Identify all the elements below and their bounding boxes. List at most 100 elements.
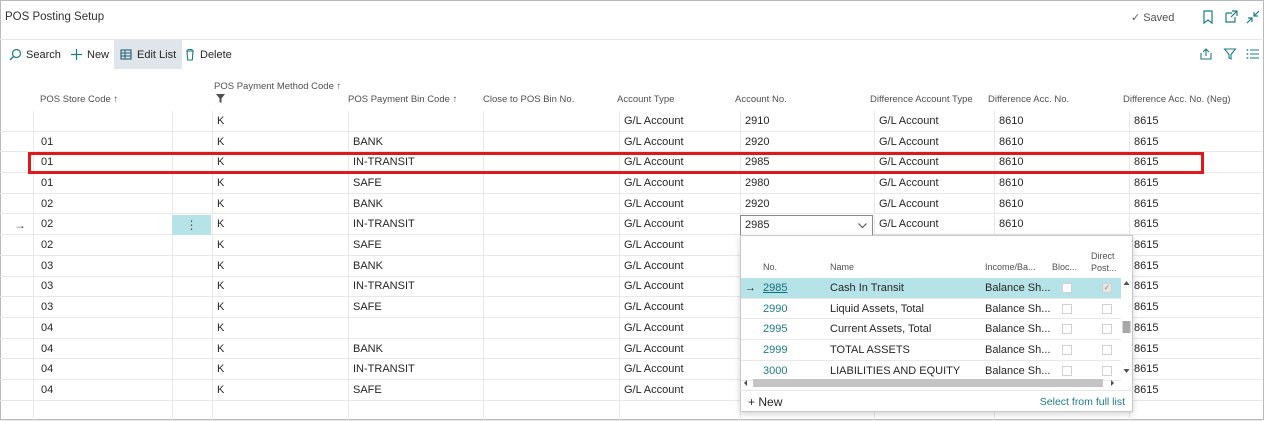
- account-no-cell[interactable]: 2910: [740, 111, 874, 131]
- lookup-row[interactable]: 2990 Liquid Assets, Total Balance Sh...: [741, 299, 1121, 320]
- lookup-row[interactable]: → 2985 Cash In Transit Balance Sh... ✓: [741, 278, 1121, 299]
- account-no-cell[interactable]: 2920: [740, 131, 874, 152]
- lookup-row[interactable]: 2995 Current Assets, Total Balance Sh...: [741, 319, 1121, 341]
- lookup-account-no-link[interactable]: 2990: [763, 299, 787, 319]
- close-bin-cell[interactable]: [483, 359, 619, 380]
- payment-bin-cell[interactable]: SAFE: [348, 297, 483, 317]
- account-type-cell[interactable]: G/L Account: [619, 193, 740, 214]
- diff-type-cell[interactable]: G/L Account: [874, 173, 994, 193]
- payment-method-cell[interactable]: K: [212, 359, 348, 380]
- store-code-cell[interactable]: [33, 400, 172, 421]
- diff-neg-cell[interactable]: 8615: [1129, 338, 1262, 359]
- close-bin-cell[interactable]: [483, 111, 619, 131]
- payment-bin-cell[interactable]: BANK: [348, 338, 483, 359]
- payment-method-cell[interactable]: [212, 400, 348, 421]
- row-action-cell[interactable]: [172, 400, 212, 421]
- close-bin-cell[interactable]: [483, 235, 619, 255]
- list-icon[interactable]: [1246, 47, 1260, 61]
- diff-type-cell[interactable]: G/L Account: [874, 111, 994, 131]
- col-header-account-type[interactable]: Account Type: [617, 94, 674, 105]
- diff-neg-cell[interactable]: 8615: [1129, 214, 1262, 235]
- row-action-cell[interactable]: [172, 297, 212, 317]
- lookup-header-blocked[interactable]: Bloc...: [1052, 262, 1077, 272]
- delete-button[interactable]: Delete: [178, 40, 238, 69]
- row-action-cell[interactable]: [172, 338, 212, 359]
- col-header-method[interactable]: POS Payment Method Code ↑: [214, 81, 341, 92]
- payment-bin-cell[interactable]: [348, 400, 483, 421]
- new-button[interactable]: New: [64, 40, 115, 69]
- account-type-cell[interactable]: G/L Account: [619, 338, 740, 359]
- diff-neg-cell[interactable]: 8615: [1129, 173, 1262, 193]
- bookmark-icon[interactable]: [1200, 9, 1216, 25]
- lookup-row[interactable]: 2999 TOTAL ASSETS Balance Sh...: [741, 340, 1121, 361]
- store-code-cell[interactable]: 03: [33, 255, 172, 276]
- payment-bin-cell[interactable]: SAFE: [348, 173, 483, 193]
- search-button[interactable]: Search: [3, 40, 67, 69]
- more-options-icon[interactable]: ⋮: [172, 214, 211, 235]
- account-type-cell[interactable]: G/L Account: [619, 111, 740, 131]
- payment-method-cell[interactable]: K: [212, 131, 348, 152]
- diff-type-cell[interactable]: G/L Account: [874, 131, 994, 152]
- col-header-store[interactable]: POS Store Code ↑: [40, 94, 118, 105]
- account-no-input[interactable]: 2985: [740, 214, 873, 236]
- payment-bin-cell[interactable]: BANK: [348, 131, 483, 152]
- row-action-cell[interactable]: [172, 318, 212, 338]
- account-type-cell[interactable]: G/L Account: [619, 359, 740, 380]
- account-type-cell[interactable]: G/L Account: [619, 276, 740, 297]
- close-bin-cell[interactable]: [483, 380, 619, 400]
- lookup-new-button[interactable]: + New: [748, 395, 782, 409]
- diff-neg-cell[interactable]: 8615: [1129, 193, 1262, 214]
- table-row[interactable]: 02 K IN-TRANSIT G/L Account G/L Account 8610 8…: [0, 214, 1262, 236]
- account-type-cell[interactable]: G/L Account: [619, 131, 740, 152]
- account-type-cell[interactable]: G/L Account: [619, 297, 740, 317]
- row-action-cell[interactable]: [172, 131, 212, 152]
- close-bin-cell[interactable]: [483, 297, 619, 317]
- close-bin-cell[interactable]: [483, 131, 619, 152]
- close-bin-cell[interactable]: [483, 400, 619, 421]
- account-type-cell[interactable]: G/L Account: [619, 173, 740, 193]
- table-row[interactable]: 02 K BANK G/L Account 2920 G/L Account 8610 861…: [0, 193, 1262, 215]
- row-action-cell[interactable]: [172, 276, 212, 297]
- share-icon[interactable]: [1199, 47, 1213, 61]
- table-row[interactable]: 01 K SAFE G/L Account 2980 G/L Account 8610 861…: [0, 173, 1262, 194]
- payment-bin-cell[interactable]: [348, 318, 483, 338]
- store-code-cell[interactable]: 02: [33, 193, 172, 214]
- diff-neg-cell[interactable]: 8615: [1129, 255, 1262, 276]
- diff-neg-cell[interactable]: 8615: [1129, 235, 1262, 255]
- store-code-cell[interactable]: 04: [33, 318, 172, 338]
- diff-neg-cell[interactable]: 8615: [1129, 131, 1262, 152]
- collapse-icon[interactable]: [1245, 9, 1261, 25]
- store-code-cell[interactable]: 04: [33, 359, 172, 380]
- close-bin-cell[interactable]: [483, 318, 619, 338]
- payment-method-cell[interactable]: K: [212, 318, 348, 338]
- col-header-bin[interactable]: POS Payment Bin Code ↑: [348, 94, 457, 105]
- diff-no-cell[interactable]: 8610: [994, 131, 1129, 152]
- diff-no-cell[interactable]: 8610: [994, 173, 1129, 193]
- payment-bin-cell[interactable]: BANK: [348, 193, 483, 214]
- account-type-cell[interactable]: G/L Account: [619, 318, 740, 338]
- diff-neg-cell[interactable]: 8615: [1129, 111, 1262, 131]
- diff-type-cell[interactable]: G/L Account: [874, 214, 994, 235]
- lookup-header-direct-1[interactable]: Direct: [1091, 251, 1115, 261]
- payment-bin-cell[interactable]: SAFE: [348, 380, 483, 400]
- table-row[interactable]: K G/L Account 2910 G/L Account 8610 8615: [0, 111, 1262, 132]
- store-code-cell[interactable]: 03: [33, 297, 172, 317]
- account-type-cell[interactable]: G/L Account: [619, 214, 740, 235]
- close-bin-cell[interactable]: [483, 276, 619, 297]
- chevron-down-icon[interactable]: [857, 220, 868, 231]
- col-header-diff-neg[interactable]: Difference Acc. No. (Neg): [1123, 94, 1231, 105]
- lookup-header-no[interactable]: No.: [763, 262, 777, 272]
- payment-method-cell[interactable]: K: [212, 276, 348, 297]
- diff-neg-cell[interactable]: 8615: [1129, 297, 1262, 317]
- lookup-account-no-link[interactable]: 2999: [763, 340, 787, 360]
- row-action-cell[interactable]: [172, 235, 212, 255]
- payment-bin-cell[interactable]: IN-TRANSIT: [348, 214, 483, 235]
- diff-neg-cell[interactable]: 8615: [1129, 318, 1262, 338]
- row-action-cell[interactable]: [172, 173, 212, 193]
- store-code-cell[interactable]: 03: [33, 276, 172, 297]
- col-header-diff-no[interactable]: Difference Acc. No.: [988, 94, 1069, 105]
- store-code-cell[interactable]: 02: [33, 214, 172, 235]
- filter-pane-icon[interactable]: [1223, 47, 1237, 61]
- close-bin-cell[interactable]: [483, 193, 619, 214]
- lookup-vertical-scrollbar[interactable]: [1120, 277, 1133, 377]
